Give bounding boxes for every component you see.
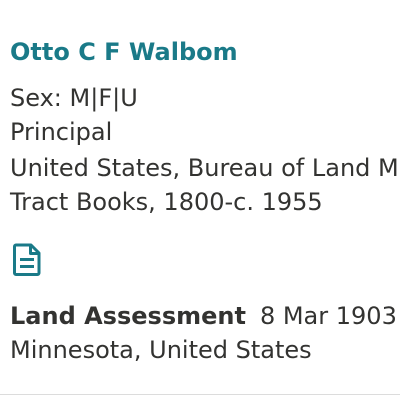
sex-option-u[interactable]: U <box>120 84 138 112</box>
event-row: Land Assessment 8 Mar 1903 <box>10 300 397 332</box>
sex-option-m[interactable]: M <box>70 84 91 112</box>
sex-row: Sex: M|F|U <box>10 82 138 114</box>
divider <box>0 394 400 395</box>
collection-title-line1: United States, Bureau of Land Management… <box>10 154 400 182</box>
event-type: Land Assessment <box>10 302 246 330</box>
sex-option-f[interactable]: F <box>98 84 112 112</box>
record-card: Otto C F Walbom Sex: M|F|U Principal Uni… <box>0 0 400 400</box>
event-date: 8 Mar 1903 <box>259 302 397 330</box>
collection-title-line2: Tract Books, 1800-c. 1955 <box>10 188 323 216</box>
event-place: Minnesota, United States <box>10 336 312 364</box>
sex-label: Sex: <box>10 84 62 112</box>
role-text: Principal <box>10 118 113 146</box>
person-name-link[interactable]: Otto C F Walbom <box>10 36 238 68</box>
document-icon[interactable] <box>13 243 41 276</box>
